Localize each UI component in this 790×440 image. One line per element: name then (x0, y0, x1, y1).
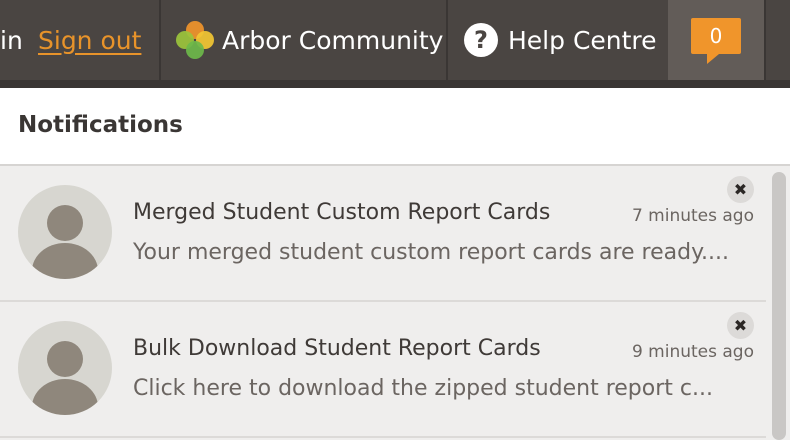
help-centre-label: Help Centre (508, 25, 657, 55)
arbor-logo-icon (176, 21, 214, 59)
panel-title: Notifications (18, 112, 183, 138)
notifications-button[interactable]: 0 (668, 0, 764, 80)
arbor-community-link[interactable]: Arbor Community (176, 0, 443, 80)
topbar-bottom-edge (0, 80, 790, 88)
nav-divider (159, 0, 161, 80)
scrollbar-thumb[interactable] (772, 172, 786, 440)
arbor-community-label: Arbor Community (222, 25, 444, 55)
notification-time: 9 minutes ago (631, 342, 754, 362)
notification-list: Merged Student Custom Report Cards 7 min… (0, 166, 766, 440)
notifications-panel: Notifications Merged Student Custom Repo… (0, 88, 790, 440)
notification-item[interactable]: Merged Student Custom Report Cards 7 min… (0, 166, 766, 302)
nav-divider (764, 0, 766, 80)
sign-out-link[interactable]: Sign out (38, 0, 141, 80)
notification-message: Your merged student custom report cards … (133, 240, 729, 265)
help-icon: ? (464, 23, 498, 57)
notification-item[interactable]: Bulk Download Student Report Cards 9 min… (0, 302, 766, 438)
avatar-icon (18, 185, 112, 279)
avatar-icon (18, 321, 112, 415)
close-icon[interactable]: ✖ (727, 312, 754, 339)
top-navigation-bar: in Sign out Arbor Community ? Help Centr… (0, 0, 790, 80)
signed-in-text: in (0, 25, 23, 55)
notification-time: 7 minutes ago (631, 206, 754, 226)
notification-message: Click here to download the zipped studen… (133, 376, 713, 401)
notification-count: 0 (709, 24, 723, 48)
close-icon[interactable]: ✖ (727, 176, 754, 203)
help-centre-link[interactable]: ? Help Centre (464, 0, 657, 80)
notification-title: Merged Student Custom Report Cards (133, 200, 551, 225)
nav-divider (446, 0, 448, 80)
notification-title: Bulk Download Student Report Cards (133, 336, 541, 361)
notification-count-badge: 0 (691, 18, 741, 64)
panel-header: Notifications (0, 88, 790, 166)
